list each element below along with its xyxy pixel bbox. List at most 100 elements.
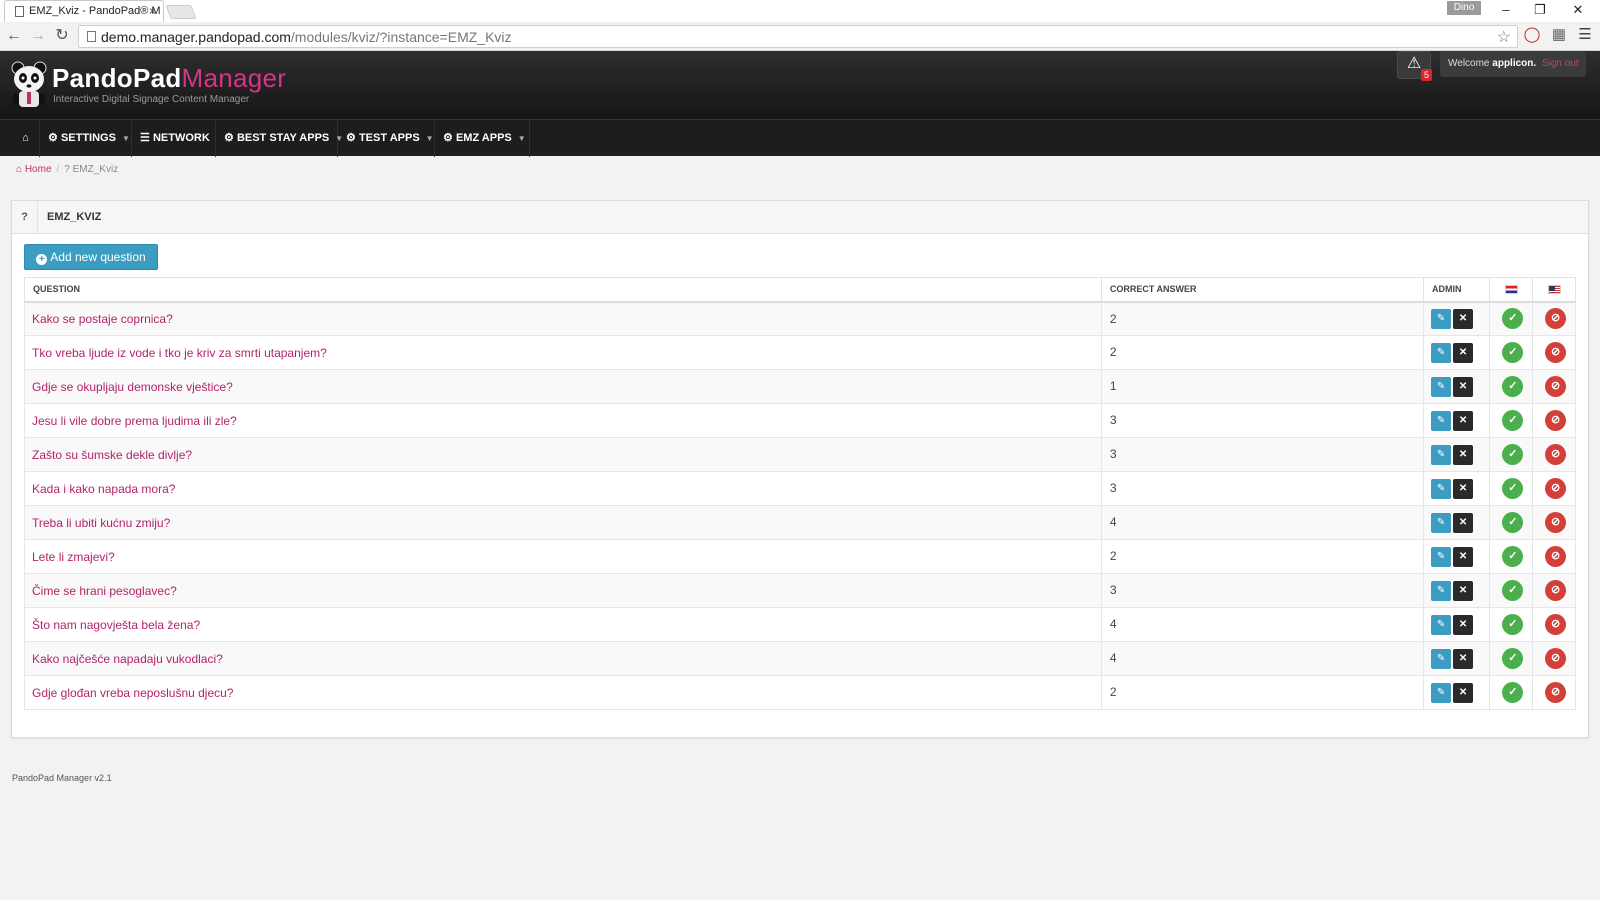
delete-icon[interactable]: ✕	[1453, 410, 1474, 431]
edit-icon[interactable]: ✎	[1431, 512, 1452, 533]
question-link[interactable]: Što nam nagovješta bela žena?	[24, 607, 1102, 642]
forward-icon[interactable]: →	[28, 26, 48, 46]
nav-best-stay-apps[interactable]: ⚙ Best Stay Apps ▼	[216, 120, 343, 157]
brand-logo[interactable]: PandoPadManager	[52, 63, 286, 94]
new-tab-button[interactable]	[165, 5, 197, 19]
ban-icon[interactable]: ⊘	[1545, 410, 1567, 431]
nav-emz-apps[interactable]: ⚙ EMZ Apps ▼	[435, 120, 530, 157]
delete-icon[interactable]: ✕	[1453, 580, 1474, 601]
ban-icon[interactable]: ⊘	[1545, 580, 1567, 601]
ban-icon[interactable]: ⊘	[1545, 648, 1567, 669]
breadcrumb-home[interactable]: ⌂ Home	[16, 164, 52, 175]
edit-icon[interactable]: ✎	[1431, 342, 1452, 363]
address-bar[interactable]: demo.manager.pandopad.com/modules/kviz/?…	[78, 25, 1518, 48]
ban-icon[interactable]: ⊘	[1545, 376, 1567, 397]
correct-answer-value: 4	[1100, 641, 1425, 676]
ban-icon[interactable]: ⊘	[1545, 614, 1567, 635]
delete-icon[interactable]: ✕	[1453, 546, 1474, 567]
question-link[interactable]: Gdje glođan vreba neposlušnu djecu?	[24, 675, 1102, 710]
table-row: Tko vreba ljude iz vode i tko je kriv za…	[24, 335, 1576, 370]
brand-tagline: Interactive Digital Signage Content Mana…	[53, 94, 250, 105]
question-link[interactable]: Kako se postaje coprnica?	[24, 301, 1102, 336]
delete-icon[interactable]: ✕	[1453, 682, 1474, 703]
edit-icon[interactable]: ✎	[1431, 614, 1452, 635]
croatian-status-cell: ✓	[1489, 437, 1534, 472]
close-window-icon[interactable]: ✕	[1560, 0, 1596, 20]
browser-user-badge[interactable]: Dino	[1447, 1, 1481, 15]
edit-icon[interactable]: ✎	[1431, 580, 1452, 601]
admin-cell: ✎ ✕	[1423, 335, 1491, 370]
nav-network[interactable]: ☰ Network	[132, 120, 216, 157]
nav-settings[interactable]: ⚙ Settings ▼	[40, 120, 132, 157]
delete-icon[interactable]: ✕	[1453, 444, 1474, 465]
check-icon[interactable]: ✓	[1502, 682, 1524, 703]
check-icon[interactable]: ✓	[1502, 342, 1524, 363]
edit-icon[interactable]: ✎	[1431, 546, 1452, 567]
delete-icon[interactable]: ✕	[1453, 478, 1474, 499]
restore-icon[interactable]: ❐	[1522, 0, 1558, 20]
delete-icon[interactable]: ✕	[1453, 512, 1474, 533]
delete-icon[interactable]: ✕	[1453, 648, 1474, 669]
question-link[interactable]: Gdje se okupljaju demonske vještice?	[24, 369, 1102, 404]
question-link[interactable]: Tko vreba ljude iz vode i tko je kriv za…	[24, 335, 1102, 370]
check-icon[interactable]: ✓	[1502, 512, 1524, 533]
check-icon[interactable]: ✓	[1502, 648, 1524, 669]
question-link[interactable]: Zašto su šumske dekle divlje?	[24, 437, 1102, 472]
question-link[interactable]: Jesu li vile dobre prema ljudima ili zle…	[24, 403, 1102, 438]
ban-icon[interactable]: ⊘	[1545, 308, 1567, 330]
ban-icon[interactable]: ⊘	[1545, 682, 1567, 703]
delete-icon[interactable]: ✕	[1453, 614, 1474, 635]
ban-icon[interactable]: ⊘	[1545, 512, 1567, 533]
tab-close-icon[interactable]: ×	[149, 1, 156, 22]
minimize-icon[interactable]: –	[1488, 0, 1524, 20]
check-icon[interactable]: ✓	[1502, 546, 1524, 567]
page-info-icon[interactable]	[87, 31, 96, 42]
ban-icon[interactable]: ⊘	[1545, 444, 1567, 465]
welcome-box: Welcome applicon. Sign out	[1440, 51, 1586, 77]
check-icon[interactable]: ✓	[1502, 614, 1524, 635]
check-icon[interactable]: ✓	[1502, 478, 1524, 499]
reload-icon[interactable]: ↻	[52, 26, 72, 46]
edit-icon[interactable]: ✎	[1431, 308, 1452, 329]
column-header-question[interactable]: Question	[24, 277, 1102, 303]
browser-tab[interactable]: EMZ_Kviz - PandoPad® M ×	[4, 0, 164, 22]
ban-icon[interactable]: ⊘	[1545, 478, 1567, 499]
edit-icon[interactable]: ✎	[1431, 376, 1452, 397]
check-icon[interactable]: ✓	[1502, 444, 1524, 465]
question-link[interactable]: Treba li ubiti kućnu zmiju?	[24, 505, 1102, 540]
edit-icon[interactable]: ✎	[1431, 648, 1452, 669]
ban-icon[interactable]: ⊘	[1545, 546, 1567, 567]
home-icon: ⌂	[22, 132, 29, 144]
page-icon	[15, 6, 24, 17]
add-question-button[interactable]: + Add new question	[24, 244, 158, 270]
delete-icon[interactable]: ✕	[1453, 308, 1474, 329]
edit-icon[interactable]: ✎	[1431, 444, 1452, 465]
notifications-button[interactable]: ⚠ 5	[1397, 51, 1432, 81]
edit-icon[interactable]: ✎	[1431, 682, 1452, 703]
question-link[interactable]: Čime se hrani pesoglavec?	[24, 573, 1102, 608]
delete-icon[interactable]: ✕	[1453, 342, 1474, 363]
bookmark-star-icon[interactable]: ☆	[1497, 27, 1511, 47]
column-header-correct-answer[interactable]: Correct answer	[1100, 277, 1425, 303]
extension-icon[interactable]: ▦	[1549, 25, 1569, 45]
edit-icon[interactable]: ✎	[1431, 410, 1452, 431]
check-icon[interactable]: ✓	[1502, 580, 1524, 601]
opera-extension-icon[interactable]: ◯	[1522, 25, 1542, 45]
check-icon[interactable]: ✓	[1502, 376, 1524, 397]
question-link[interactable]: Kako najčešće napadaju vukodlaci?	[24, 641, 1102, 676]
question-link[interactable]: Kada i kako napada mora?	[24, 471, 1102, 506]
back-icon[interactable]: ←	[4, 26, 24, 46]
correct-answer-value: 4	[1100, 607, 1425, 642]
edit-icon[interactable]: ✎	[1431, 478, 1452, 499]
nav-test-apps[interactable]: ⚙ Test Apps ▼	[338, 120, 435, 157]
question-link[interactable]: Lete li zmajevi?	[24, 539, 1102, 574]
sign-out-link[interactable]: Sign out	[1542, 58, 1579, 69]
check-icon[interactable]: ✓	[1502, 308, 1524, 330]
admin-cell: ✎ ✕	[1423, 369, 1491, 404]
menu-icon[interactable]: ☰	[1575, 25, 1595, 45]
nav-home[interactable]: ⌂	[12, 120, 40, 157]
delete-icon[interactable]: ✕	[1453, 376, 1474, 397]
ban-icon[interactable]: ⊘	[1545, 342, 1567, 363]
check-icon[interactable]: ✓	[1502, 410, 1524, 431]
admin-cell: ✎ ✕	[1423, 607, 1491, 642]
